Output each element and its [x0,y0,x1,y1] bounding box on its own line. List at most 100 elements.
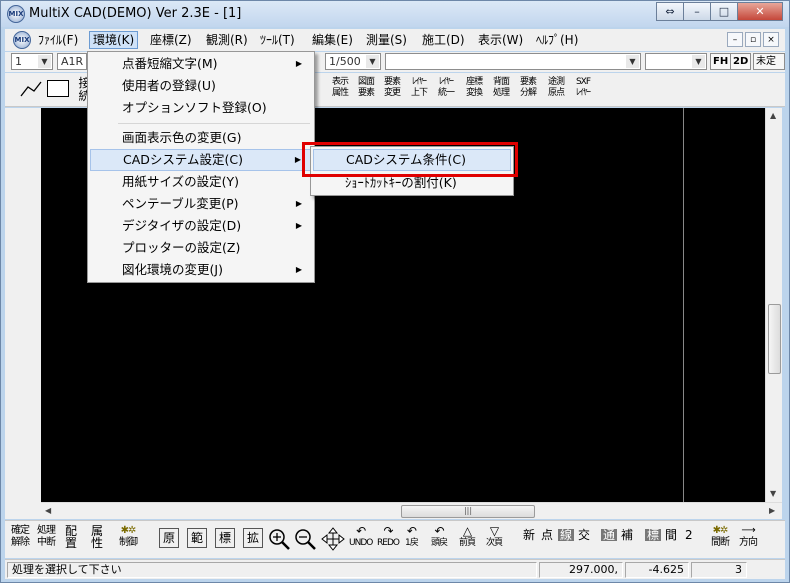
rectangle-icon[interactable] [47,80,69,97]
vertical-scrollbar[interactable]: ▲ ▼ [765,108,782,502]
button-label: 確定 [11,525,30,536]
chevron-down-icon[interactable]: ▼ [366,55,379,68]
menu-item-plotter[interactable]: プロッターの設定(Z) [90,237,312,259]
pen-combo[interactable]: ▼ [645,53,707,70]
mode-interval[interactable]: 間 [665,529,677,541]
process-abort-button[interactable]: 処理 中断 [37,525,56,549]
scale-combo[interactable]: 1/500 ▼ [325,53,381,70]
mode-point[interactable]: 点 [541,529,553,541]
menu-item-pen-table[interactable]: ペンテーブル変更(P) ▶ [90,193,312,215]
tool-element-explode[interactable]: 要素 分解 [517,77,539,99]
mode-intersect[interactable]: 交 [578,529,590,541]
mode-line[interactable]: 線 [558,529,575,541]
linetype-combo[interactable]: ▼ [385,53,641,70]
origin-button[interactable]: 原 [159,528,180,548]
restore-down-icon[interactable]: ⇔ [656,2,684,21]
redo-button[interactable]: ↷ REDO [377,525,400,549]
control-button[interactable]: ✱✲ 制御 [119,525,138,549]
zoom-in-icon[interactable] [267,527,291,551]
menu-item-digitizer[interactable]: デジタイザの設定(D) ▶ [90,215,312,237]
tool-coord-convert[interactable]: 座標 変換 [463,77,485,99]
menu-file[interactable]: ﾌｧｲﾙ(F) [35,31,81,49]
tool-label: SXF [575,77,591,87]
mode-standard[interactable]: 標 [645,529,662,541]
scroll-right-icon[interactable]: ▶ [769,506,775,515]
enlarge-button[interactable]: 拡 [243,528,264,548]
menu-item-screen-color[interactable]: 画面表示色の変更(G) [90,127,312,149]
horizontal-scrollbar[interactable]: ◀ ||| ▶ [41,502,782,519]
menu-construction[interactable]: 施工(D) [419,31,468,49]
menu-item-label: オプションソフト登録(O) [122,100,267,115]
document-icon[interactable]: MIX [13,31,31,49]
tool-layer-updown[interactable]: ﾚｲﾔｰ 上下 [408,77,430,99]
menu-item-plotting-env[interactable]: 図化環境の変更(J) ▶ [90,259,312,281]
chevron-down-icon[interactable]: ▼ [626,55,639,68]
next-page-button[interactable]: ▽ 次頁 [486,525,503,549]
paper-combo[interactable]: A1R [57,53,87,70]
tool-back-process[interactable]: 背面 処理 [490,77,512,99]
prev-page-button[interactable]: △ 前頁 [459,525,476,549]
interval-break-button[interactable]: ✱✲ 間断 [711,525,730,549]
mdi-close-button[interactable]: × [763,32,779,47]
app-logo-icon: MIX [7,5,25,23]
tool-sxf-layer[interactable]: SXF ﾚｲﾔｰ [572,77,594,99]
step-back-button[interactable]: ↶ 1戻 [405,525,419,549]
menu-help[interactable]: ﾍﾙﾌﾟ(H) [533,31,581,49]
menu-item-point-abbrev[interactable]: 点番短縮文字(M) ▶ [90,53,312,75]
menu-item-user-register[interactable]: 使用者の登録(U) [90,75,312,97]
chevron-down-icon[interactable]: ▼ [38,55,51,68]
menu-coordinates[interactable]: 座標(Z) [147,31,195,49]
tool-label: 変更 [383,88,401,98]
tool-origin[interactable]: 途測 原点 [545,77,567,99]
2d-button[interactable]: 2D [730,53,752,70]
mdi-restore-button[interactable]: ▫ [745,32,761,47]
undo-button[interactable]: ↶ UNDO [349,525,373,549]
scroll-down-icon[interactable]: ▼ [770,489,776,498]
button-label: 処理 [37,525,56,536]
title-bar[interactable]: MIX MultiX CAD(DEMO) Ver 2.3E - [1] ⇔ – … [1,1,789,27]
place-button[interactable]: 配置 [65,525,77,549]
mdi-minimize-button[interactable]: – [727,32,743,47]
menu-view[interactable]: 表示(W) [475,31,526,49]
layer-combo[interactable]: 1 ▼ [11,53,53,70]
mode-through[interactable]: 通 [601,529,618,541]
confirm-cancel-button[interactable]: 確定 解除 [11,525,30,549]
menu-edit[interactable]: 編集(E) [309,31,356,49]
menu-observation[interactable]: 観測(R) [203,31,251,49]
mode-assist[interactable]: 補 [621,529,633,541]
mode-new[interactable]: 新 [523,529,535,541]
head-back-button[interactable]: ↶ 頭戻 [431,524,448,549]
pan-icon[interactable] [321,527,345,551]
tool-layer-unify[interactable]: ﾚｲﾔｰ 統一 [435,77,457,99]
attribute-button[interactable]: 属性 [91,525,103,549]
zoom-out-icon[interactable] [293,527,317,551]
close-button[interactable]: ✕ [737,2,783,21]
direction-button[interactable]: ⟶ 方向 [739,525,758,549]
horizontal-scroll-thumb[interactable]: ||| [401,505,535,518]
standard-button[interactable]: 標 [215,528,236,548]
paper-value: A1R [61,55,84,68]
scroll-up-icon[interactable]: ▲ [770,111,776,120]
scroll-left-icon[interactable]: ◀ [45,506,51,515]
menu-survey[interactable]: 測量(S) [363,31,410,49]
menu-environment[interactable]: 環境(K) [89,31,139,49]
menu-item-paper-size[interactable]: 用紙サイズの設定(Y) [90,171,312,193]
vertical-scroll-thumb[interactable] [768,304,781,374]
mode-two[interactable]: 2 [685,529,693,541]
maximize-button[interactable]: □ [710,2,738,21]
minimize-button[interactable]: – [683,2,711,21]
undo-icon: ↶ [434,524,444,538]
polyline-icon[interactable] [19,79,43,99]
tool-element-change[interactable]: 要素 変更 [381,77,403,99]
chevron-down-icon[interactable]: ▼ [692,55,705,68]
menu-item-cad-settings[interactable]: CADシステム設定(C) ▶ [90,149,312,171]
app-window: MIX MultiX CAD(DEMO) Ver 2.3E - [1] ⇔ – … [0,0,790,583]
range-button[interactable]: 範 [187,528,208,548]
menu-tools[interactable]: ﾂｰﾙ(T) [257,31,298,49]
fh-button[interactable]: FH [710,53,732,70]
status-bar: 処理を選択して下さい 297.000, -4.625 3 [5,559,785,579]
tool-display-attr[interactable]: 表示 属性 [329,77,351,99]
tool-drawing-element[interactable]: 図面 要素 [355,77,377,99]
menu-item-option-software[interactable]: オプションソフト登録(O) [90,97,312,119]
tool-label: ﾚｲﾔｰ [575,88,591,98]
